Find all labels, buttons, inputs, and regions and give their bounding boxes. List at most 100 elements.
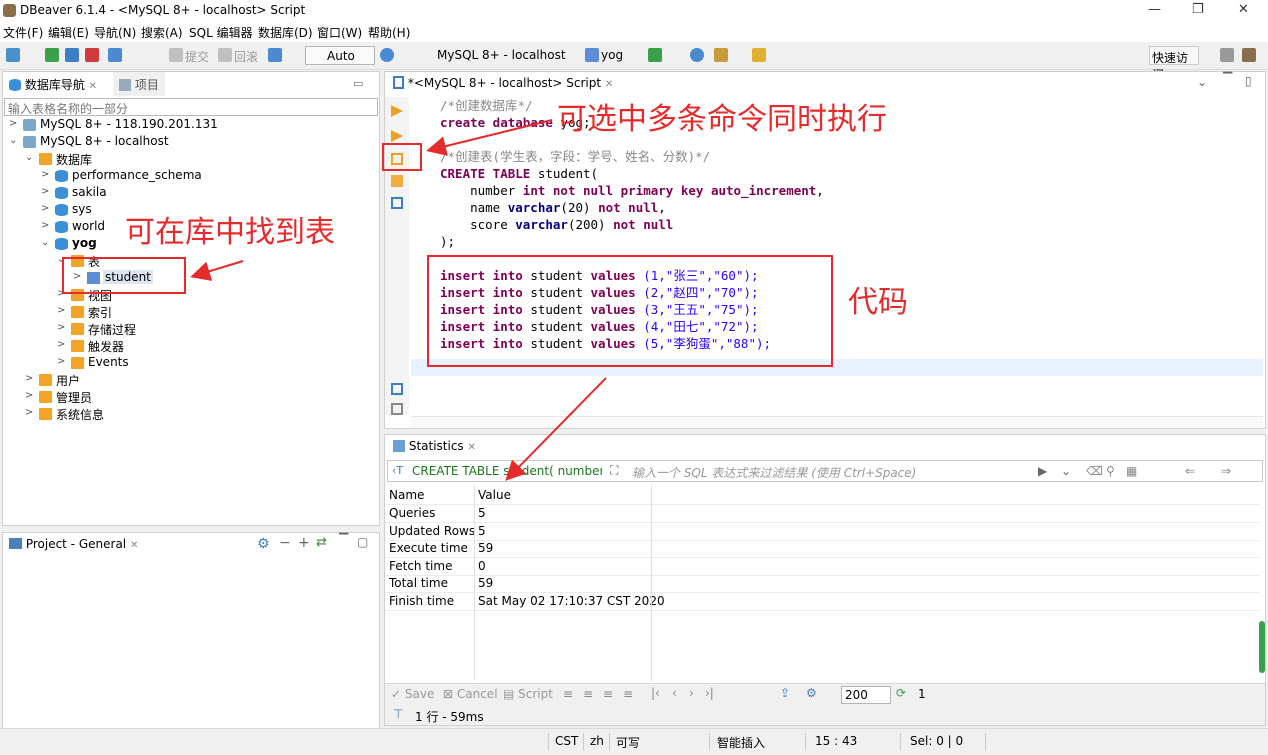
tab-project-general[interactable]: Project - General ✕	[3, 533, 145, 557]
copy-row-icon[interactable]: ≡	[603, 687, 613, 701]
tab-statistics[interactable]: Statistics ✕	[387, 435, 482, 459]
sync-icon[interactable]	[648, 48, 662, 62]
save-script-icon[interactable]	[391, 403, 403, 415]
history-icon[interactable]	[380, 48, 394, 62]
tree-item-triggers-folder[interactable]: > 触发器	[57, 338, 357, 355]
horizontal-scrollbar[interactable]	[411, 416, 1263, 428]
table-row[interactable]: Execute time 59	[385, 540, 1261, 558]
expand-arrow-icon[interactable]: >	[41, 220, 51, 231]
close-tab-icon[interactable]: ✕	[468, 442, 476, 453]
expand-arrow-icon[interactable]: >	[25, 407, 35, 418]
menu-database[interactable]: 数据库(D)	[258, 24, 313, 41]
menu-help[interactable]: 帮助(H)	[368, 24, 410, 41]
plus-icon[interactable]: +	[298, 535, 310, 551]
add-row-icon[interactable]: ≡	[583, 687, 593, 701]
save-button[interactable]: ✓ Save	[391, 687, 434, 701]
cancel-button[interactable]: ⊠ Cancel	[443, 687, 498, 701]
menu-edit[interactable]: 编辑(E)	[48, 24, 89, 41]
commit-icon[interactable]	[169, 48, 183, 62]
tree-item-databases[interactable]: ⌄ 数据库	[25, 151, 365, 168]
connect-icon[interactable]	[45, 48, 59, 62]
tab-database-navigator[interactable]: 数据库导航 ✕	[3, 72, 104, 96]
first-page-icon[interactable]: |‹	[651, 686, 660, 700]
dashboard-icon[interactable]	[690, 48, 704, 62]
column-header[interactable]: Value	[478, 488, 511, 502]
minimize-button[interactable]: —	[1148, 2, 1161, 17]
settings-gear-icon[interactable]: ⚙	[257, 536, 270, 552]
new-connection-icon[interactable]	[6, 48, 20, 62]
vertical-scrollbar[interactable]	[1259, 621, 1265, 673]
tree-item-database[interactable]: > sakila	[41, 185, 361, 202]
fetch-size-input[interactable]: 200	[841, 686, 891, 704]
tab-list-icon[interactable]: ⌄	[1197, 75, 1207, 89]
filter-icon[interactable]: ⚲	[1106, 464, 1115, 478]
menu-navigate[interactable]: 导航(N)	[94, 24, 136, 41]
expand-arrow-icon[interactable]: >	[25, 373, 35, 384]
menu-sql-editor[interactable]: SQL 编辑器	[189, 24, 253, 41]
minimize-view-icon[interactable]: ▔	[339, 533, 348, 547]
load-script-icon[interactable]	[391, 383, 403, 395]
active-schema-selector[interactable]: yog	[601, 48, 623, 62]
grid-options-icon[interactable]: ▦	[1126, 464, 1137, 478]
rollback-button[interactable]: 回滚	[234, 48, 258, 65]
collapse-arrow-icon[interactable]: ⌄	[25, 152, 35, 163]
tab-projects[interactable]: 项目	[113, 72, 165, 96]
maximize-editor-icon[interactable]: ▯	[1245, 74, 1252, 88]
dbeaver-perspective-icon[interactable]	[1242, 48, 1256, 62]
view-menu-icon[interactable]: ▭	[353, 77, 363, 90]
tree-item-procedures-folder[interactable]: > 存储过程	[57, 321, 357, 338]
execute-new-tab-icon[interactable]	[391, 130, 403, 142]
tree-item-events-folder[interactable]: > Events	[57, 355, 357, 372]
link-icon[interactable]: ⇄	[316, 535, 327, 550]
transaction-mode-icon[interactable]	[108, 48, 122, 62]
close-tab-icon[interactable]: ✕	[130, 540, 138, 551]
table-row[interactable]: Fetch time 0	[385, 558, 1261, 576]
erase-filter-icon[interactable]: ⌫	[1086, 464, 1103, 478]
minus-icon[interactable]: −	[279, 535, 291, 551]
expand-arrow-icon[interactable]: >	[57, 305, 67, 316]
maximize-view-icon[interactable]: ▢	[357, 535, 368, 549]
expand-arrow-icon[interactable]: >	[57, 322, 67, 333]
delete-row-icon[interactable]: ≡	[623, 687, 633, 701]
table-row[interactable]: Updated Rows 5	[385, 523, 1261, 541]
menu-file[interactable]: 文件(F)	[3, 24, 43, 41]
script-button[interactable]: ▤ Script	[503, 687, 553, 701]
apply-filter-icon[interactable]: ▶	[1038, 464, 1047, 478]
settings-gear-icon[interactable]: ⚙	[806, 686, 817, 700]
menu-window[interactable]: 窗口(W)	[317, 24, 362, 41]
tools-icon[interactable]	[714, 48, 728, 62]
disconnect-icon[interactable]	[85, 48, 99, 62]
back-icon[interactable]: ⇐	[1185, 464, 1195, 478]
tab-sql-script[interactable]: *<MySQL 8+ - localhost> Script ✕	[387, 72, 620, 96]
tree-item-sysinfo[interactable]: > 系统信息	[25, 406, 365, 423]
perspective-icon[interactable]	[1220, 48, 1234, 62]
column-header[interactable]: Name	[389, 488, 424, 502]
quick-access-button[interactable]: 快速访问	[1149, 46, 1199, 82]
menu-search[interactable]: 搜索(A)	[141, 24, 183, 41]
expand-arrow-icon[interactable]: >	[41, 186, 51, 197]
last-page-icon[interactable]: ›|	[705, 686, 714, 700]
commit-button[interactable]: 提交	[185, 48, 209, 65]
expand-arrow-icon[interactable]: >	[41, 169, 51, 180]
refresh-icon[interactable]: ⟳	[896, 686, 906, 700]
table-filter-input[interactable]: 输入表格名称的一部分	[4, 98, 378, 116]
expand-arrow-icon[interactable]: >	[25, 390, 35, 401]
tree-item-connection[interactable]: > MySQL 8+ - 118.190.201.131	[9, 117, 369, 134]
expand-icon[interactable]: ⛶	[610, 463, 618, 478]
close-tab-icon[interactable]: ✕	[89, 81, 97, 92]
tree-item-connection[interactable]: ⌄ MySQL 8+ - localhost	[9, 134, 369, 151]
expand-arrow-icon[interactable]: >	[9, 118, 19, 129]
table-row[interactable]: Finish time Sat May 02 17:10:37 CST 2020	[385, 593, 1261, 611]
collapse-arrow-icon[interactable]: ⌄	[9, 135, 19, 146]
tree-item-indexes-folder[interactable]: > 索引	[57, 304, 357, 321]
export-icon[interactable]: ⇪	[780, 686, 790, 700]
active-connection-selector[interactable]: MySQL 8+ - localhost	[437, 48, 566, 62]
tree-item-users[interactable]: > 用户	[25, 372, 365, 389]
tree-item-database[interactable]: > performance_schema	[41, 168, 361, 185]
next-page-icon[interactable]: ›	[689, 686, 694, 700]
close-button[interactable]: ✕	[1238, 2, 1249, 17]
collapse-arrow-icon[interactable]: ⌄	[41, 237, 51, 248]
rollback-icon[interactable]	[218, 48, 232, 62]
table-row[interactable]: Queries 5	[385, 505, 1261, 523]
bookmark-icon[interactable]	[752, 48, 766, 62]
